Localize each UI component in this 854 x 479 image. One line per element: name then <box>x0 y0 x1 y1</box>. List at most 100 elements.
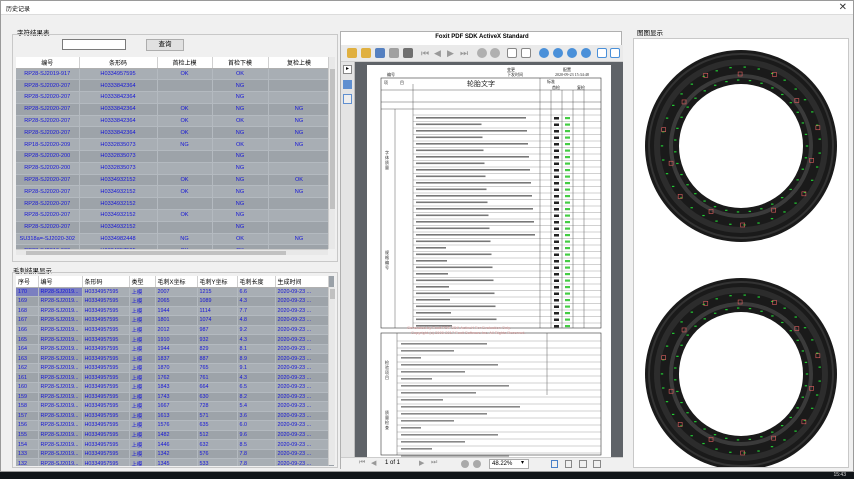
table-row[interactable]: RP28-SJ2020-207 H0333842364 NG <box>16 91 331 104</box>
facing-icon[interactable] <box>579 460 587 468</box>
table-row[interactable]: 154 RP28-SJ2019... H0334957595 上模 1446 632 8.5… <box>16 439 329 450</box>
next-page-icon[interactable]: ▶ <box>447 48 457 58</box>
table-row[interactable]: 159 RP28-SJ2019... H0334957595 上模 1743 630 8.2… <box>16 392 329 403</box>
forward-icon[interactable] <box>490 48 500 58</box>
table-cell: 2020-09-23 ... <box>275 306 329 317</box>
table-row[interactable]: RP28-SJ2020-207 H0334932152 OK NG <box>16 209 331 222</box>
char-col-header[interactable]: 首检上模 <box>157 57 213 69</box>
sidebar-toggle-icon[interactable]: ▸ <box>343 65 352 74</box>
nav-back-icon[interactable] <box>461 460 469 468</box>
table-row[interactable]: RP28-SJ2020-207 H0334932152 NG <box>16 221 331 234</box>
burr-col-header[interactable]: 类型 <box>129 276 156 288</box>
burr-col-header[interactable]: 毛刺长度 <box>237 276 276 288</box>
burr-col-header[interactable]: 毛刺X坐标 <box>155 276 198 288</box>
table-row[interactable]: SU318a=-SJ2020-302 H0334982448 NG OK NG <box>16 233 331 246</box>
table-row[interactable]: 165 RP28-SJ2019... H0334957595 上模 1910 932 4.3… <box>16 334 329 345</box>
zoom-in-icon[interactable] <box>539 48 549 58</box>
table-cell: 154 <box>16 439 39 450</box>
table-row[interactable]: 158 RP28-SJ2019... H0334957595 上模 1667 728 5.4… <box>16 401 329 412</box>
page-indicator[interactable]: 1 of 1 <box>385 460 400 466</box>
char-col-header[interactable]: 编号 <box>16 57 80 69</box>
print-preview-icon[interactable] <box>389 48 399 58</box>
table-row[interactable]: 169 RP28-SJ2019... H0334957595 上模 2065 1089 4.… <box>16 296 329 307</box>
table-row[interactable]: 132 RP28-SJ2019... H0334957595 上模 1345 533 7.8… <box>16 458 329 466</box>
table-row[interactable]: 163 RP28-SJ2019... H0334957595 上模 1837 887 8.9… <box>16 353 329 364</box>
table-row[interactable]: RP28-SJ2020-207 H0333842364 OK NG NG <box>16 126 331 140</box>
fit-page-icon[interactable] <box>597 48 607 58</box>
continuous-icon[interactable] <box>565 460 572 468</box>
search-input[interactable] <box>62 39 126 50</box>
doc-col-first: 首检 <box>552 85 560 90</box>
table-row[interactable]: 155 RP28-SJ2019... H0334957595 上模 1482 512 9.6… <box>16 430 329 441</box>
burr-col-header[interactable]: 生成时间 <box>275 276 329 288</box>
table-row[interactable]: RP28-SJ2020-200 H0332835073 NG <box>16 162 331 175</box>
table-row[interactable]: RP28-SJ2020-207 H0334932152 OK NG NG <box>16 185 331 199</box>
table-row[interactable]: 162 RP28-SJ2019... H0334957595 上模 1870 765 9.1… <box>16 363 329 374</box>
table-cell: RP28-SJ2020-207 <box>16 174 80 187</box>
table-cell: 987 <box>197 325 238 336</box>
burr-col-header[interactable]: 毛刺Y坐标 <box>197 276 238 288</box>
nav-next-icon[interactable]: ▶ <box>419 459 424 467</box>
table-row[interactable]: 157 RP28-SJ2019... H0334957595 上模 1613 571 3.6… <box>16 411 329 422</box>
char-table-hscroll[interactable] <box>16 249 328 255</box>
open-icon[interactable] <box>347 48 357 58</box>
bookmarks-icon[interactable] <box>343 80 352 89</box>
table-row[interactable]: 133 RP28-SJ2019... H0334957595 上模 1342 576 7.8… <box>16 449 329 460</box>
table-row[interactable]: RP28-SJ2020-207 H0333842364 OK NG NG <box>16 103 331 116</box>
table-row[interactable]: 168 RP28-SJ2019... H0334957595 上模 1944 1114 7.… <box>16 306 329 317</box>
prev-page-icon[interactable]: ◀ <box>434 48 444 58</box>
rotate-right-icon[interactable] <box>521 48 531 58</box>
nav-last-icon[interactable]: ⏭ <box>431 459 437 467</box>
char-table-vscroll[interactable] <box>328 57 335 249</box>
query-button[interactable]: 查询 <box>146 39 184 51</box>
doc-side-label-4: 质量检查 <box>385 410 389 430</box>
table-cell: RP28-SJ2019... <box>38 392 83 403</box>
burr-col-header[interactable]: 条形码 <box>82 276 130 288</box>
zoom-out-icon[interactable] <box>553 48 563 58</box>
zoom-minus-icon[interactable] <box>581 48 591 58</box>
burr-col-header[interactable]: 序号 <box>16 276 39 288</box>
table-row[interactable]: 156 RP28-SJ2019... H0334957595 上模 1576 635 6.0… <box>16 420 329 431</box>
table-row[interactable]: RP28-SJ2020-200 H0332835073 NG <box>16 150 331 163</box>
last-page-icon[interactable]: ⏭ <box>460 48 470 58</box>
char-col-header[interactable]: 条形码 <box>79 57 158 69</box>
char-col-header[interactable]: 首检下模 <box>212 57 269 69</box>
table-cell: 576 <box>197 449 238 460</box>
first-page-icon[interactable]: ⏮ <box>421 48 431 58</box>
single-page-icon[interactable] <box>551 460 558 468</box>
table-cell <box>157 162 213 175</box>
table-cell: 2020-09-23 ... <box>275 420 329 431</box>
table-row[interactable]: RP28-SJ2020-207 H0334932152 NG <box>16 197 331 211</box>
table-cell: RP28-SJ2019... <box>38 306 83 317</box>
rotate-left-icon[interactable] <box>507 48 517 58</box>
nav-first-icon[interactable]: ⏮ <box>359 459 365 467</box>
table-row[interactable]: 161 RP28-SJ2019... H0334957595 上模 1762 761 4.3… <box>16 372 329 383</box>
pdf-nav-bar: ⏮ ◀ 1 of 1 ▶ ⏭ 48.22% ▾ <box>341 457 623 470</box>
zoom-dropdown-icon[interactable]: ▾ <box>521 459 524 466</box>
print-icon[interactable] <box>403 48 413 58</box>
burr-col-header[interactable]: 编号 <box>38 276 83 288</box>
cover-icon[interactable] <box>593 460 601 468</box>
folder-icon[interactable] <box>361 48 371 58</box>
table-row[interactable]: RP28-SJ2019-917 H0334957595 OK OK <box>16 68 331 81</box>
close-icon[interactable]: ✕ <box>839 2 847 13</box>
table-row[interactable]: 164 RP28-SJ2019... H0334957595 上模 1944 829 8.1… <box>16 344 329 355</box>
pages-icon[interactable] <box>343 94 352 104</box>
fit-width-icon[interactable] <box>610 48 620 58</box>
back-icon[interactable] <box>477 48 487 58</box>
nav-forward-icon[interactable] <box>473 460 481 468</box>
nav-prev-icon[interactable]: ◀ <box>371 459 376 467</box>
save-icon[interactable] <box>375 48 385 58</box>
table-row[interactable]: RP28-SJ2020-207 H0333842364 NG <box>16 79 331 93</box>
table-row[interactable]: RP18-SJ2020-209 H0332835073 NG OK NG <box>16 138 331 152</box>
table-row[interactable]: RP28-SJ2020-207 H0334932152 OK NG OK <box>16 174 331 187</box>
pdf-page-view[interactable]: 变更 配置 编号 下发时间 2020-09-23 15:34:48 轮胎文字 项… <box>355 62 623 457</box>
burr-table-vscroll[interactable] <box>328 287 335 465</box>
table-row[interactable]: RP28-SJ2020-207 H0333842364 OK OK NG <box>16 115 331 128</box>
table-row[interactable]: 160 RP28-SJ2019... H0334957595 上模 1843 664 6.5… <box>16 382 329 393</box>
char-col-header[interactable]: 复检上模 <box>268 57 331 69</box>
table-row[interactable]: 170 RP28-SJ2019... H0334957595 上模 2007 1215 6.… <box>16 287 329 298</box>
table-row[interactable]: 167 RP28-SJ2019... H0334957595 上模 1801 1074 4.… <box>16 315 329 326</box>
table-row[interactable]: 166 RP28-SJ2019... H0334957595 上模 2012 987 9.2… <box>16 325 329 336</box>
zoom-plus-icon[interactable] <box>567 48 577 58</box>
